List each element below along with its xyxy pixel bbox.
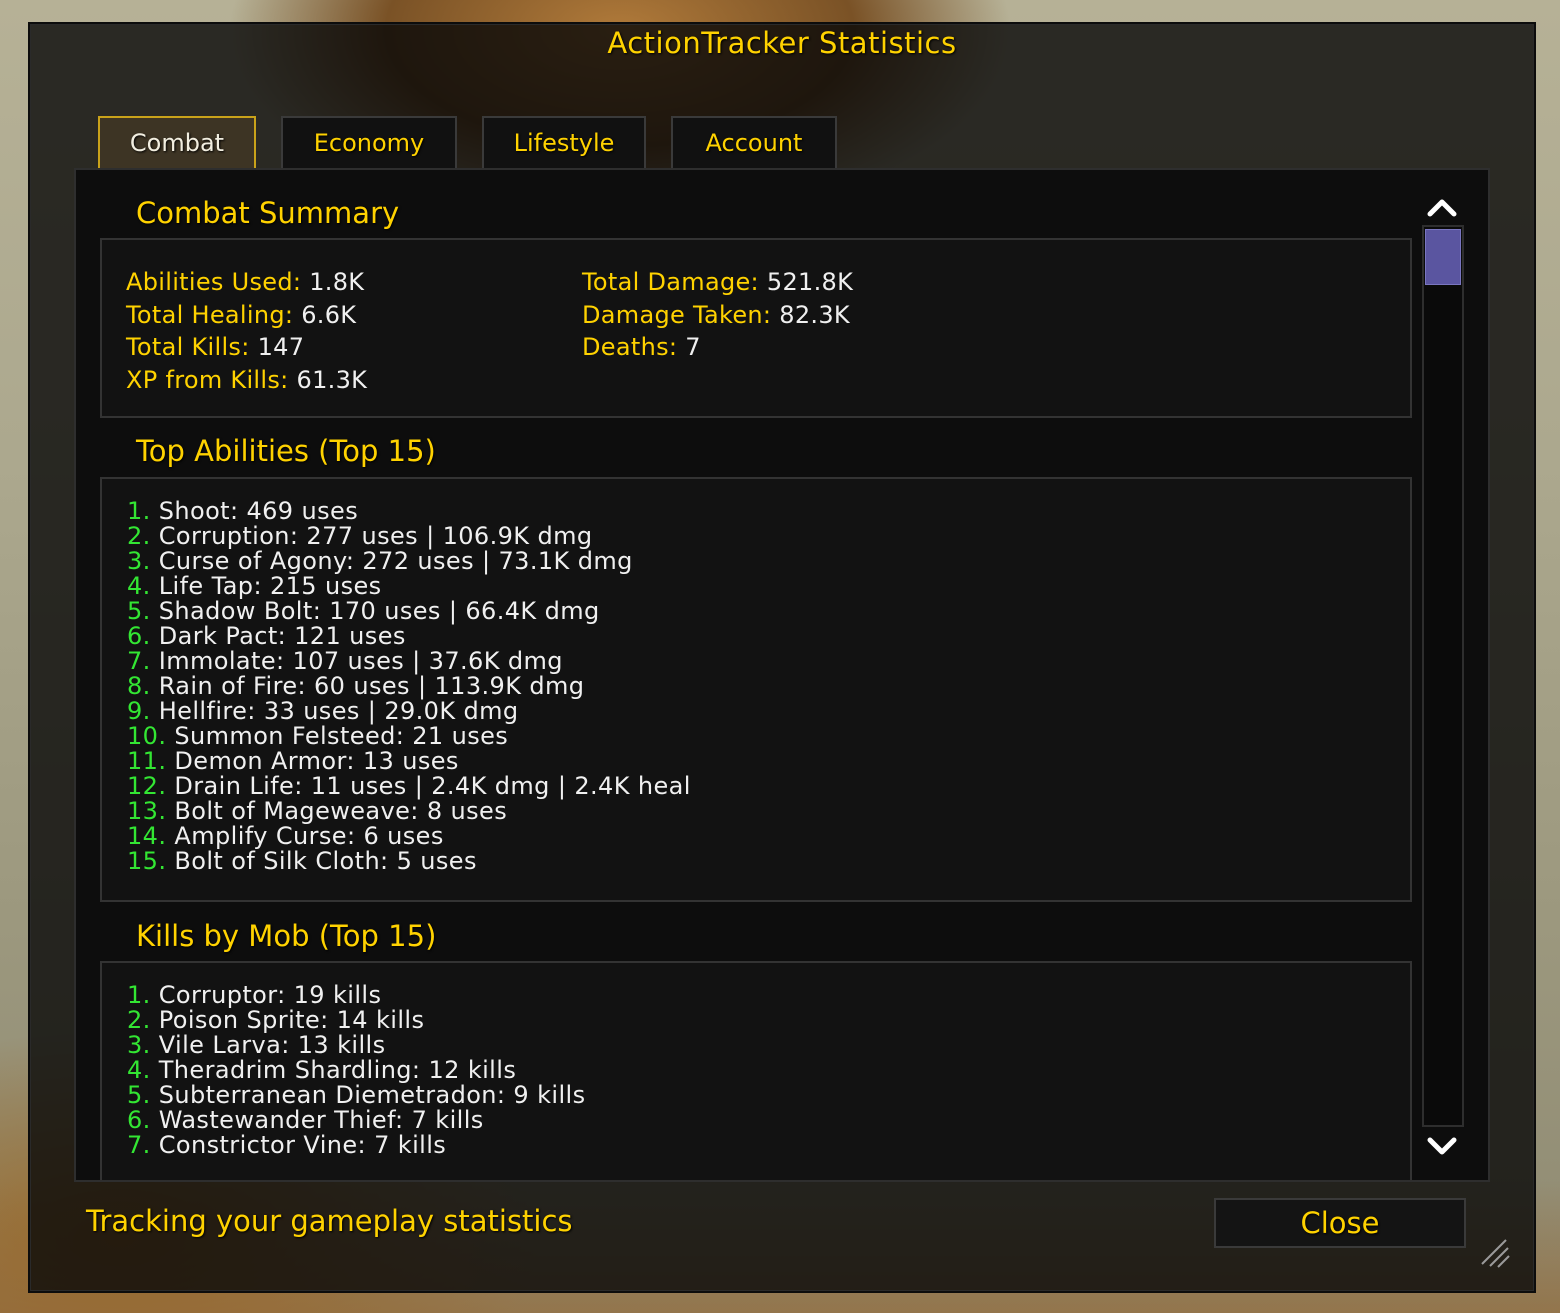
resize-grip[interactable]: [1478, 1236, 1514, 1272]
top-abilities-box: 1. Shoot: 469 uses 2. Corruption: 277 us…: [100, 477, 1412, 902]
tab-economy[interactable]: Economy: [281, 116, 457, 168]
list-item: 15. Bolt of Silk Cloth: 5 uses: [127, 847, 477, 875]
list-item: 12. Drain Life: 11 uses | 2.4K dmg | 2.4…: [127, 772, 691, 800]
list-item: 7. Immolate: 107 uses | 37.6K dmg: [127, 647, 563, 675]
list-item: 2. Corruption: 277 uses | 106.9K dmg: [127, 522, 593, 550]
list-item: 7. Constrictor Vine: 7 kills: [127, 1131, 447, 1159]
top-abilities-heading: Top Abilities (Top 15): [136, 434, 436, 468]
combat-summary-box: Abilities Used: 1.8K Total Healing: 6.6K…: [100, 238, 1412, 418]
stat-xp-from-kills: XP from Kills: 61.3K: [126, 366, 368, 394]
scroll-up-button[interactable]: [1422, 190, 1462, 224]
list-item: 6. Wastewander Thief: 7 kills: [127, 1106, 484, 1134]
scroll-down-button[interactable]: [1422, 1130, 1462, 1164]
list-item: 3. Vile Larva: 13 kills: [127, 1031, 386, 1059]
stat-abilities-used: Abilities Used: 1.8K: [126, 268, 365, 296]
list-item: 2. Poison Sprite: 14 kills: [127, 1006, 425, 1034]
stats-window: ActionTracker Statistics Combat Economy …: [28, 22, 1536, 1293]
scroll-content-panel: Combat Summary Abilities Used: 1.8K Tota…: [74, 168, 1490, 1182]
scrollbar-track[interactable]: [1422, 225, 1464, 1127]
list-item: 4. Life Tap: 215 uses: [127, 572, 382, 600]
list-item: 13. Bolt of Mageweave: 8 uses: [127, 797, 508, 825]
list-item: 5. Shadow Bolt: 170 uses | 66.4K dmg: [127, 597, 600, 625]
tab-lifestyle[interactable]: Lifestyle: [482, 116, 646, 168]
list-item: 6. Dark Pact: 121 uses: [127, 622, 406, 650]
list-item: 9. Hellfire: 33 uses | 29.0K dmg: [127, 697, 519, 725]
list-item: 3. Curse of Agony: 272 uses | 73.1K dmg: [127, 547, 633, 575]
stat-total-kills: Total Kills: 147: [126, 333, 305, 361]
footer-status-text: Tracking your gameplay statistics: [86, 1204, 573, 1238]
list-item: 10. Summon Felsteed: 21 uses: [127, 722, 509, 750]
kills-by-mob-box: 1. Corruptor: 19 kills 2. Poison Sprite:…: [100, 961, 1412, 1180]
scrollbar-thumb[interactable]: [1425, 229, 1461, 285]
list-item: 5. Subterranean Diemetradon: 9 kills: [127, 1081, 586, 1109]
window-title: ActionTracker Statistics: [607, 26, 957, 60]
combat-summary-heading: Combat Summary: [136, 196, 400, 230]
list-item: 8. Rain of Fire: 60 uses | 113.9K dmg: [127, 672, 585, 700]
kills-by-mob-heading: Kills by Mob (Top 15): [136, 919, 437, 953]
stat-total-healing: Total Healing: 6.6K: [126, 301, 357, 329]
kills-list: 1. Corruptor: 19 kills 2. Poison Sprite:…: [127, 983, 586, 1158]
close-button[interactable]: Close: [1214, 1198, 1466, 1248]
chevron-up-icon: [1427, 199, 1457, 217]
list-item: 4. Theradrim Shardling: 12 kills: [127, 1056, 517, 1084]
stat-damage-taken: Damage Taken: 82.3K: [582, 301, 850, 329]
stat-total-damage: Total Damage: 521.8K: [582, 268, 854, 296]
list-item: 1. Shoot: 469 uses: [127, 497, 359, 525]
chevron-down-icon: [1427, 1137, 1457, 1155]
abilities-list: 1. Shoot: 469 uses 2. Corruption: 277 us…: [127, 499, 691, 874]
list-item: 14. Amplify Curse: 6 uses: [127, 822, 444, 850]
resize-grip-icon: [1481, 1239, 1510, 1268]
list-item: 11. Demon Armor: 13 uses: [127, 747, 459, 775]
list-item: 1. Corruptor: 19 kills: [127, 981, 382, 1009]
tab-combat[interactable]: Combat: [98, 116, 256, 170]
tab-account[interactable]: Account: [671, 116, 837, 168]
stat-deaths: Deaths: 7: [582, 333, 701, 361]
